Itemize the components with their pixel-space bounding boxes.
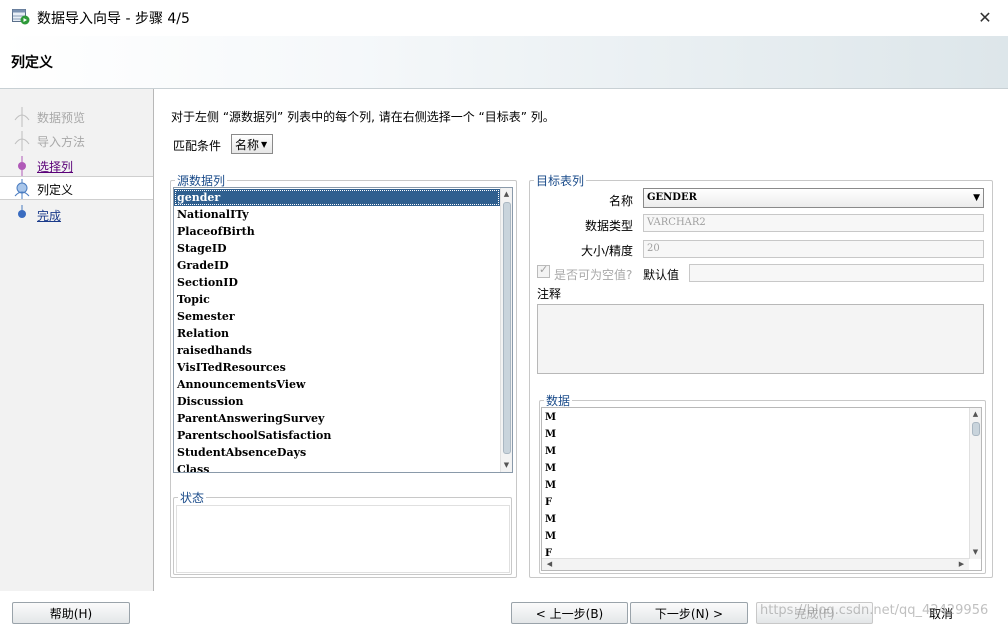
scroll-right-icon[interactable]: ▶: [957, 560, 966, 569]
source-column-item[interactable]: Topic: [174, 291, 500, 308]
data-preview-row: M: [545, 463, 557, 474]
nav-step-finish[interactable]: 完成: [0, 203, 153, 225]
step-visited-icon: [18, 156, 26, 176]
step-pending-icon: [18, 205, 26, 218]
match-criteria-select[interactable]: 名称 ▼: [231, 134, 273, 154]
step-disabled-icon: [14, 131, 30, 151]
step-title: 列定义: [11, 55, 53, 71]
data-preview-row: M: [545, 480, 557, 491]
next-button[interactable]: 下一步(N) >: [630, 602, 748, 624]
nav-step-label: 数据预览: [37, 111, 86, 125]
chevron-down-icon: ▼: [261, 139, 268, 149]
source-column-item[interactable]: gender: [174, 189, 500, 206]
data-vertical-scrollbar[interactable]: ▲ ▼: [969, 408, 981, 559]
match-criteria-value: 名称: [235, 137, 260, 152]
datatype-field: VARCHAR2: [643, 214, 984, 232]
help-button[interactable]: 帮助(H): [12, 602, 130, 624]
nav-step-label: 完成: [37, 209, 62, 223]
nav-step-import-method: 导入方法: [0, 129, 153, 151]
target-name-select[interactable]: GENDER ▼: [643, 188, 984, 208]
instruction-text: 对于左侧 “源数据列” 列表中的每个列, 请在右侧选择一个 “目标表” 列。: [171, 110, 555, 124]
status-area: [176, 505, 510, 573]
name-label: 名称: [608, 194, 633, 208]
target-columns-legend: 目标表列: [536, 174, 585, 188]
nullable-label: 是否可为空值?: [554, 268, 633, 282]
target-name-value: GENDER: [647, 192, 697, 203]
data-preview-row: F: [545, 548, 553, 557]
source-column-item[interactable]: NationalITy: [174, 206, 500, 223]
source-column-item[interactable]: StudentAbsenceDays: [174, 444, 500, 461]
title-bar: 数据导入向导 - 步骤 4/5 ✕: [0, 0, 1008, 36]
size-precision-label: 大小/精度: [580, 244, 633, 258]
data-preview-list[interactable]: MMMMMFMMF ▲ ▼ ◀ ▶: [541, 407, 982, 571]
scroll-down-icon[interactable]: ▼: [502, 461, 511, 470]
scroll-thumb[interactable]: [503, 202, 511, 454]
source-column-item[interactable]: PlaceofBirth: [174, 223, 500, 240]
data-horizontal-scrollbar[interactable]: ◀ ▶: [542, 558, 969, 570]
default-value-label: 默认值: [643, 268, 680, 282]
data-preview-row: M: [545, 514, 557, 525]
source-column-item[interactable]: raisedhands: [174, 342, 500, 359]
source-column-item[interactable]: StageID: [174, 240, 500, 257]
back-button[interactable]: < 上一步(B): [511, 602, 628, 624]
size-precision-field: 20: [643, 240, 984, 258]
scroll-left-icon[interactable]: ◀: [545, 560, 554, 569]
nav-step-column-definition[interactable]: 列定义: [0, 176, 153, 200]
status-legend: 状态: [180, 491, 205, 505]
comment-field: [537, 304, 984, 374]
nav-step-label: 导入方法: [37, 135, 86, 149]
scroll-up-icon[interactable]: ▲: [971, 410, 980, 419]
source-columns-list[interactable]: gender NationalITy PlaceofBirth StageID Grad…: [173, 187, 513, 473]
data-preview-row: M: [545, 412, 557, 423]
step-header: 列定义: [0, 36, 1008, 89]
source-column-item[interactable]: Semester: [174, 308, 500, 325]
match-criteria-label: 匹配条件: [173, 139, 222, 153]
source-column-item[interactable]: GradeID: [174, 257, 500, 274]
scroll-thumb[interactable]: [972, 422, 980, 436]
step-disabled-icon: [14, 107, 30, 127]
source-column-item[interactable]: ParentschoolSatisfaction: [174, 427, 500, 444]
nav-step-label: 选择列: [37, 160, 74, 174]
scroll-up-icon[interactable]: ▲: [502, 190, 511, 199]
source-column-item[interactable]: VisITedResources: [174, 359, 500, 376]
nav-step-select-columns[interactable]: 选择列: [0, 154, 153, 176]
app-icon: [12, 9, 30, 25]
nav-step-data-preview: 数据预览: [0, 105, 153, 127]
data-preview-row: M: [545, 446, 557, 457]
source-list-scrollbar[interactable]: ▲ ▼: [500, 188, 512, 472]
data-preview-row: F: [545, 497, 553, 508]
data-preview-row: M: [545, 531, 557, 542]
source-columns-items: gender NationalITy PlaceofBirth StageID Grad…: [174, 189, 500, 472]
source-column-item[interactable]: SectionID: [174, 274, 500, 291]
nullable-checkbox[interactable]: ✓: [537, 263, 550, 278]
source-column-item[interactable]: ParentAnsweringSurvey: [174, 410, 500, 427]
chevron-down-icon: ▼: [973, 193, 980, 203]
nav-step-label: 列定义: [37, 183, 74, 197]
data-preview-items: MMMMMFMMF: [542, 409, 969, 557]
wizard-steps-nav: 数据预览 导入方法 选择列 列定义 完成: [0, 89, 154, 591]
checkmark-icon: ✓: [539, 263, 549, 276]
source-column-item[interactable]: AnnouncementsView: [174, 376, 500, 393]
datatype-label: 数据类型: [584, 219, 633, 233]
close-button[interactable]: ✕: [970, 4, 1000, 30]
data-preview-row: M: [545, 429, 557, 440]
scroll-down-icon[interactable]: ▼: [971, 548, 980, 557]
default-value-field: [689, 264, 984, 282]
source-column-item[interactable]: Class: [174, 461, 500, 472]
watermark-text: https://blog.csdn.net/qq_42429956: [760, 603, 989, 618]
source-column-item[interactable]: Discussion: [174, 393, 500, 410]
window-title: 数据导入向导 - 步骤 4/5: [37, 11, 190, 27]
comment-label: 注释: [537, 287, 562, 301]
step-current-icon: [14, 179, 30, 199]
close-icon: ✕: [978, 7, 992, 27]
source-column-item[interactable]: Relation: [174, 325, 500, 342]
